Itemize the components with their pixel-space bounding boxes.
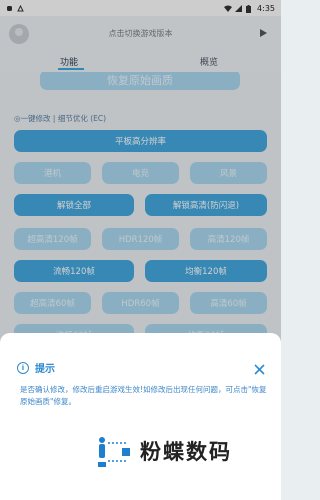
dialog-header: i 提示 <box>17 360 55 375</box>
brand-text: 粉蝶数码 <box>140 440 232 464</box>
dialog-title: 提示 <box>35 364 55 375</box>
dialog-message: 是否确认修改，修改后重启游戏生效!如修改后出现任何问题，可点击"恢复原始画质"修… <box>20 385 267 406</box>
info-icon: i <box>17 361 29 374</box>
confirm-dialog: i 提示 是否确认修改，修改后重启游戏生效!如修改后出现任何问题，可点击"恢复原… <box>0 333 281 433</box>
close-icon[interactable] <box>254 360 265 375</box>
brand-logo-icon <box>96 435 132 469</box>
watermark: 粉蝶数码 <box>0 433 281 500</box>
